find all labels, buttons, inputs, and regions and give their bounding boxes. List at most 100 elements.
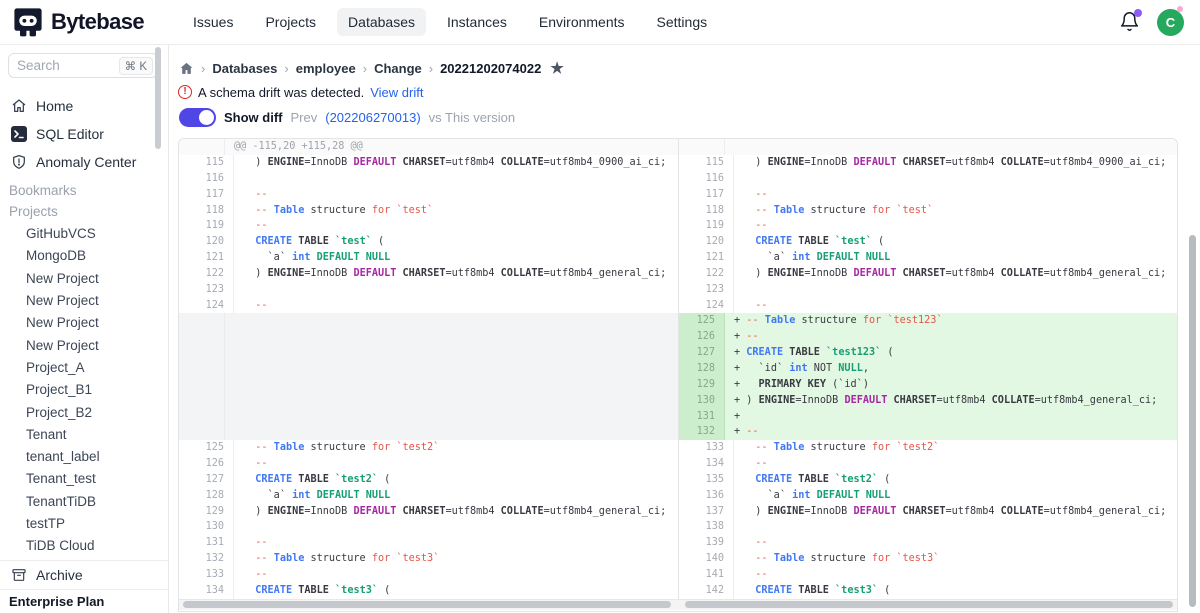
sidebar-nav: HomeSQL EditorAnomaly Center: [0, 92, 168, 176]
breadcrumb-item[interactable]: employee: [296, 61, 356, 76]
breadcrumb-item[interactable]: 20221202074022: [440, 61, 541, 76]
nav-item-settings[interactable]: Settings: [646, 8, 719, 36]
schema-drift-banner: ! A schema drift was detected. View drif…: [178, 82, 423, 102]
line-number: 142: [688, 583, 734, 599]
nav-item-projects[interactable]: Projects: [254, 8, 327, 36]
right-pane-horizontal-scrollbar[interactable]: [685, 601, 1173, 608]
diff-line-filler: [179, 409, 678, 425]
sidebar-project-githubvcs[interactable]: GitHubVCS: [0, 222, 168, 244]
line-number: 130: [188, 519, 234, 535]
show-diff-toggle[interactable]: [179, 108, 216, 127]
diff-line: 117 --: [179, 187, 678, 203]
sidebar: ⌘ K HomeSQL EditorAnomaly Center Bookmar…: [0, 45, 169, 613]
sidebar-project-new-project[interactable]: New Project: [0, 334, 168, 356]
line-code: [234, 519, 678, 535]
line-number: [179, 313, 225, 329]
diff-line-added: 132+ --: [679, 424, 1177, 440]
line-code: [225, 313, 678, 329]
diff-line: 135 CREATE TABLE `test2` (: [679, 472, 1177, 488]
main-content: ›Databases›employee›Change›2022120207402…: [169, 45, 1200, 613]
home-icon: [11, 98, 27, 114]
diff-panes: @@ -115,20 +115,28 @@115 ) ENGINE=InnoDB…: [179, 139, 1177, 599]
main-nav: Issues Projects Databases Instances Environm…: [170, 8, 718, 36]
diff-line-added: 129+ PRIMARY KEY (`id`): [679, 377, 1177, 393]
search-box[interactable]: ⌘ K: [8, 53, 158, 78]
line-code: -- Table structure for `test3`: [234, 551, 678, 567]
sidebar-project-tenant_test[interactable]: Tenant_test: [0, 468, 168, 490]
line-code: CREATE TABLE `test` (: [234, 234, 678, 250]
nav-item-environments[interactable]: Environments: [528, 8, 636, 36]
line-code: --: [734, 567, 1177, 583]
line-code: `a` int DEFAULT NULL: [234, 250, 678, 266]
line-code: -- Table structure for `test3`: [734, 551, 1177, 567]
drift-message: A schema drift was detected.: [198, 85, 364, 100]
diff-line: 117 --: [679, 187, 1177, 203]
nav-item-instances[interactable]: Instances: [436, 8, 518, 36]
nav-item-databases[interactable]: Databases: [337, 8, 426, 36]
line-number: 125: [188, 440, 234, 456]
sidebar-scrollbar[interactable]: [155, 47, 161, 149]
notifications-button[interactable]: [1119, 11, 1141, 33]
sidebar-project-mongodb[interactable]: MongoDB: [0, 245, 168, 267]
sidebar-project-project_b1[interactable]: Project_B1: [0, 379, 168, 401]
avatar[interactable]: C: [1157, 9, 1184, 36]
sidebar-project-new-project[interactable]: New Project: [0, 267, 168, 289]
line-code: `a` int DEFAULT NULL: [734, 250, 1177, 266]
sidebar-section-projects: Projects: [0, 201, 168, 222]
bookmark-star-icon[interactable]: ★: [550, 59, 563, 77]
breadcrumb-separator: ›: [201, 61, 205, 76]
sidebar-project-tenant_label[interactable]: tenant_label: [0, 445, 168, 467]
archive-label: Archive: [36, 567, 83, 583]
sidebar-section-bookmarks: Bookmarks: [0, 180, 168, 201]
sidebar-project-project_b2[interactable]: Project_B2: [0, 401, 168, 423]
sidebar-project-testtp[interactable]: testTP: [0, 512, 168, 534]
sidebar-item-sql-editor[interactable]: SQL Editor: [0, 120, 168, 148]
sidebar-item-anomaly-center[interactable]: Anomaly Center: [0, 148, 168, 176]
diff-line: 121 `a` int DEFAULT NULL: [179, 250, 678, 266]
avatar-initial: C: [1166, 15, 1175, 30]
line-code: [234, 282, 678, 298]
bytebase-logo[interactable]: Bytebase: [0, 6, 170, 38]
diff-line-filler: [179, 313, 678, 329]
diff-line-filler: [179, 329, 678, 345]
sidebar-project-tenanttidb[interactable]: TenantTiDB: [0, 490, 168, 512]
breadcrumb-item[interactable]: Change: [374, 61, 422, 76]
sidebar-project-new-project[interactable]: New Project: [0, 312, 168, 334]
view-drift-link[interactable]: View drift: [370, 85, 423, 100]
line-number: 123: [688, 282, 734, 298]
sidebar-item-home[interactable]: Home: [0, 92, 168, 120]
vs-this-version-label: vs This version: [429, 110, 515, 125]
home-icon[interactable]: [179, 61, 194, 76]
line-number: 117: [188, 187, 234, 203]
line-code: [725, 139, 1177, 155]
diff-pane-previous: @@ -115,20 +115,28 @@115 ) ENGINE=InnoDB…: [179, 139, 678, 599]
line-code: [234, 171, 678, 187]
nav-item-issues[interactable]: Issues: [182, 8, 244, 36]
diff-line: 123: [179, 282, 678, 298]
sidebar-project-new-project[interactable]: New Project: [0, 289, 168, 311]
search-input[interactable]: [17, 58, 99, 73]
diff-line: 118 -- Table structure for `test`: [679, 203, 1177, 219]
top-navbar: Bytebase Issues Projects Databases Instance…: [0, 0, 1200, 45]
line-code: ) ENGINE=InnoDB DEFAULT CHARSET=utf8mb4 …: [734, 155, 1177, 171]
breadcrumb-item[interactable]: Databases: [212, 61, 277, 76]
line-code: --: [234, 218, 678, 234]
line-code: ) ENGINE=InnoDB DEFAULT CHARSET=utf8mb4 …: [734, 266, 1177, 282]
line-code: [734, 282, 1177, 298]
sidebar-project-tenant[interactable]: Tenant: [0, 423, 168, 445]
line-number: 116: [188, 171, 234, 187]
notification-dot: [1134, 9, 1142, 17]
sidebar-item-archive[interactable]: Archive: [0, 560, 168, 589]
diff-line: 133 -- Table structure for `test2`: [679, 440, 1177, 456]
prev-version-link[interactable]: (202206270013): [325, 110, 420, 125]
diff-line: 119 --: [679, 218, 1177, 234]
line-number: 126: [188, 456, 234, 472]
line-code: `a` int DEFAULT NULL: [234, 488, 678, 504]
page-scrollbar[interactable]: [1189, 235, 1196, 607]
line-number: 116: [688, 171, 734, 187]
sidebar-project-tidb-cloud[interactable]: TiDB Cloud: [0, 535, 168, 557]
line-number: 127: [188, 472, 234, 488]
sidebar-project-project_a[interactable]: Project_A: [0, 356, 168, 378]
left-pane-horizontal-scrollbar[interactable]: [183, 601, 671, 608]
line-number: 117: [688, 187, 734, 203]
